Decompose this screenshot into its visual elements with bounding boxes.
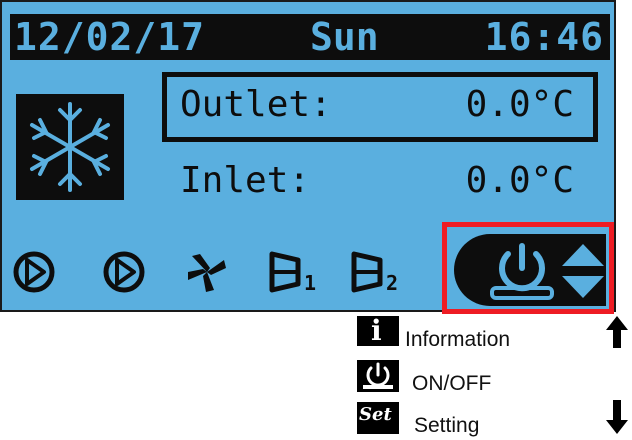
fan-icon: [184, 250, 230, 298]
set-glyph: Set: [359, 404, 392, 425]
compressor-2-icon: 2: [346, 250, 412, 298]
down-arrow-icon: [604, 398, 630, 440]
setting-key-icon: Set: [357, 402, 399, 434]
setting-label: Setting: [414, 414, 480, 437]
compressor-1-icon: 1: [264, 250, 330, 298]
day-readout: Sun: [310, 15, 379, 59]
compressor-1-subscript: 1: [304, 271, 316, 294]
onoff-key-icon: [357, 360, 399, 392]
outlet-label: Outlet:: [180, 84, 332, 125]
inlet-temperature-value: 0.0°C: [465, 160, 574, 201]
date-readout: 12/02/17: [14, 15, 206, 59]
pump-1-icon: [12, 250, 56, 298]
info-glyph: i: [371, 314, 382, 347]
control-highlight-frame: [442, 222, 614, 314]
outlet-temperature-value: 0.0°C: [465, 84, 574, 125]
onoff-label: ON/OFF: [412, 372, 492, 395]
up-arrow-icon: [604, 314, 630, 354]
status-bar: 12/02/17 Sun 16:46: [10, 14, 610, 60]
cooling-mode-snowflake-icon: [16, 94, 124, 200]
time-readout: 16:46: [484, 15, 604, 59]
info-key-icon: i: [357, 314, 399, 347]
compressor-2-subscript: 2: [386, 271, 398, 294]
pump-2-icon: [102, 250, 146, 298]
inlet-label: Inlet:: [180, 160, 311, 201]
information-label: Information: [405, 328, 511, 351]
